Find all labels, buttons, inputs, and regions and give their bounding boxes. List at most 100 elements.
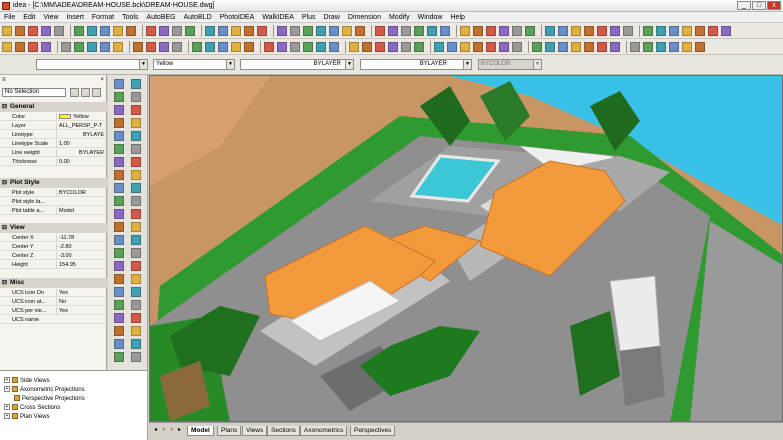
maximize-button[interactable]: □ [752, 1, 766, 10]
prop-height[interactable]: Height 154.95 [0, 261, 107, 269]
draw-tool-icon[interactable] [131, 79, 141, 89]
draw-tool-icon[interactable] [131, 196, 141, 206]
draw-tool-icon[interactable] [114, 157, 124, 167]
draw-tool-icon[interactable] [114, 92, 124, 102]
layer-combo[interactable]: ▼ [36, 59, 148, 70]
draw-tool-icon[interactable] [114, 144, 124, 154]
selection-combo[interactable]: No Selection [2, 88, 66, 97]
tab-axonometrics[interactable]: Axonometrics [300, 426, 348, 436]
toolbar-tool-icon[interactable] [656, 25, 666, 36]
draw-tool-icon[interactable] [131, 222, 141, 232]
toolbar-tool-icon[interactable] [375, 25, 385, 36]
tab-last-icon[interactable]: ▸ [176, 427, 183, 434]
toolbar-tool-icon[interactable] [414, 25, 424, 36]
toolbar-tool-icon[interactable] [2, 25, 12, 36]
toolbar-tool-icon[interactable] [643, 41, 653, 52]
draw-tool-icon[interactable] [131, 92, 141, 102]
lineweight-combo[interactable]: BYLAYER ▼ [360, 59, 472, 70]
toolbar-tool-icon[interactable] [41, 25, 51, 36]
toolbar-tool-icon[interactable] [113, 25, 123, 36]
toolbar-tool-icon[interactable] [414, 41, 424, 52]
draw-tool-icon[interactable] [114, 287, 124, 297]
close-icon[interactable]: × [100, 77, 104, 83]
toolbar-tool-icon[interactable] [669, 25, 679, 36]
draw-tool-icon[interactable] [131, 105, 141, 115]
toolbar-tool-icon[interactable] [172, 41, 182, 52]
toolbar-tool-icon[interactable] [355, 25, 365, 36]
draw-tool-icon[interactable] [114, 326, 124, 336]
menu-plus[interactable]: Plus [302, 14, 316, 21]
menu-format[interactable]: Format [92, 14, 114, 21]
close-button[interactable]: x [767, 1, 781, 10]
toolbar-tool-icon[interactable] [218, 25, 228, 36]
toolbar-tool-icon[interactable] [656, 41, 666, 52]
toolbar-tool-icon[interactable] [623, 25, 633, 36]
toolbar-tool-icon[interactable] [87, 41, 97, 52]
draw-tool-icon[interactable] [114, 118, 124, 128]
toolbar-tool-icon[interactable] [401, 41, 411, 52]
toolbar-tool-icon[interactable] [218, 41, 228, 52]
toolbar-tool-icon[interactable] [61, 41, 71, 52]
toolbar-tool-icon[interactable] [15, 41, 25, 52]
menu-photoidea[interactable]: PhotoIDEA [220, 14, 255, 21]
tree-item-axonometric-projections[interactable]: + Axonometric Projections [4, 386, 85, 394]
draw-tool-icon[interactable] [131, 170, 141, 180]
toolbar-tool-icon[interactable] [146, 41, 156, 52]
toolbar-tool-icon[interactable] [558, 41, 568, 52]
toolbar-tool-icon[interactable] [316, 41, 326, 52]
tree-item-perspective-projections[interactable]: Perspective Projections [14, 395, 85, 403]
expand-icon[interactable]: + [4, 386, 10, 393]
toolbar-tool-icon[interactable] [571, 25, 581, 36]
menu-help[interactable]: Help [451, 14, 465, 21]
toolbar-tool-icon[interactable] [597, 25, 607, 36]
tree-item-cross-sections[interactable]: + Cross Sections [4, 404, 60, 412]
menu-insert[interactable]: Insert [66, 14, 84, 21]
toolbar-tool-icon[interactable] [545, 25, 555, 36]
prop-plot-style-table[interactable]: Plot style ta... [0, 198, 107, 206]
toolbar-tool-icon[interactable] [610, 25, 620, 36]
toolbar-tool-icon[interactable] [499, 25, 509, 36]
toolbar-tool-icon[interactable] [401, 25, 411, 36]
section-plot-style[interactable]: Plot Style [0, 178, 107, 188]
toolbar-tool-icon[interactable] [349, 41, 359, 52]
toolbar-tool-icon[interactable] [277, 41, 287, 52]
section-misc[interactable]: Misc [0, 278, 107, 288]
expand-icon[interactable]: + [4, 377, 10, 384]
draw-tool-icon[interactable] [131, 287, 141, 297]
toolbar-tool-icon[interactable] [584, 41, 594, 52]
draw-tool-icon[interactable] [131, 300, 141, 310]
prop-center-z[interactable]: Center Z -3.00 [0, 252, 107, 260]
toolbar-tool-icon[interactable] [512, 25, 522, 36]
draw-tool-icon[interactable] [131, 352, 141, 362]
toggle-pickadd-button[interactable] [70, 88, 79, 97]
prop-linetype[interactable]: Linetype BYLAYE [0, 131, 107, 139]
prop-color[interactable]: Color Yellow [0, 113, 107, 121]
toolbar-tool-icon[interactable] [159, 25, 169, 36]
draw-tool-icon[interactable] [114, 79, 124, 89]
draw-tool-icon[interactable] [131, 339, 141, 349]
toolbar-tool-icon[interactable] [28, 25, 38, 36]
toolbar-tool-icon[interactable] [264, 41, 274, 52]
toolbar-tool-icon[interactable] [375, 41, 385, 52]
draw-tool-icon[interactable] [131, 209, 141, 219]
toolbar-tool-icon[interactable] [185, 25, 195, 36]
toolbar-tool-icon[interactable] [486, 25, 496, 36]
tab-perspectives[interactable]: Perspectives [350, 426, 396, 436]
toolbar-tool-icon[interactable] [708, 25, 718, 36]
toolbar-tool-icon[interactable] [643, 25, 653, 36]
toolbar-tool-icon[interactable] [303, 41, 313, 52]
tab-next-icon[interactable]: › [168, 427, 175, 434]
toolbar-tool-icon[interactable] [584, 25, 594, 36]
toolbar-tool-icon[interactable] [362, 41, 372, 52]
section-general[interactable]: General [0, 102, 107, 112]
tab-first-icon[interactable]: ◂ [152, 427, 159, 434]
menu-edit[interactable]: Edit [23, 14, 35, 21]
prop-line-weight[interactable]: Line weight BYLAYER [0, 149, 107, 157]
expand-icon[interactable]: + [4, 413, 10, 420]
prop-ucs-icon-on[interactable]: UCS icon On Yes [0, 289, 107, 297]
toolbar-tool-icon[interactable] [205, 25, 215, 36]
toolbar-tool-icon[interactable] [172, 25, 182, 36]
menu-autobeg[interactable]: AutoBEG [146, 14, 175, 21]
minimize-button[interactable]: _ [737, 1, 751, 10]
quick-select-button[interactable] [92, 88, 101, 97]
